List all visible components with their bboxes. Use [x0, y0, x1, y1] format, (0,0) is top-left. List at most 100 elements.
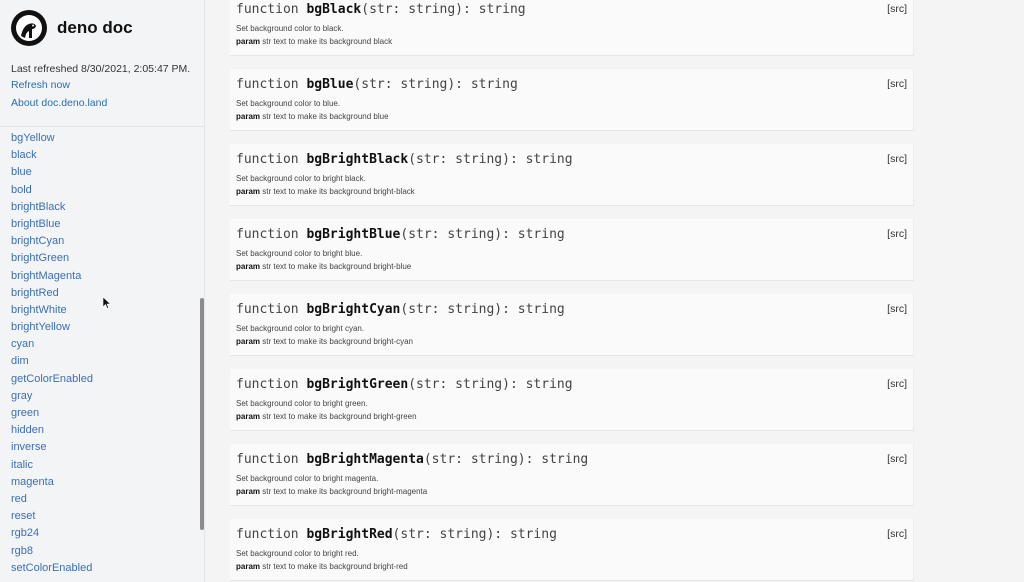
param-text: str text to make its background bright-b…: [262, 262, 412, 271]
sidebar-link[interactable]: dim: [11, 353, 93, 370]
function-signature: function bgBrightRed(str: string): strin…: [236, 527, 557, 542]
function-signature: function bgBrightMagenta(str: string): s…: [236, 452, 588, 467]
function-keyword: function: [236, 527, 299, 542]
sidebar-link[interactable]: hidden: [11, 422, 93, 439]
sidebar-link[interactable]: reset: [11, 508, 93, 525]
src-link[interactable]: [src]: [887, 378, 907, 390]
function-params: (str: string): string: [423, 452, 589, 467]
sidebar-link[interactable]: brightRed: [11, 285, 93, 302]
about-link[interactable]: About doc.deno.land: [11, 97, 107, 109]
param-keyword: param: [236, 487, 261, 496]
function-description: Set background color to bright green.: [236, 399, 368, 408]
function-params: (str: string): string: [400, 227, 565, 242]
sidebar-link[interactable]: magenta: [11, 474, 93, 491]
refresh-now-link[interactable]: Refresh now: [11, 79, 70, 91]
param-line: param str text to make its background br…: [236, 262, 411, 271]
sidebar-link[interactable]: brightCyan: [11, 233, 93, 250]
doc-card-bgBlue: function bgBlue(str: string): string [src…: [230, 69, 914, 131]
function-params: (str: string): string: [361, 2, 526, 17]
param-text: str text to make its background blue: [262, 112, 389, 121]
sidebar-link[interactable]: brightBlack: [11, 199, 93, 216]
param-keyword: param: [236, 112, 261, 121]
function-name[interactable]: bgBrightRed: [306, 527, 392, 542]
function-params: (str: string): string: [408, 152, 573, 167]
doc-content: function bgBlack(str: string): string [sr…: [206, 0, 1024, 582]
sidebar-link[interactable]: green: [11, 405, 93, 422]
sidebar-link[interactable]: setColorEnabled: [11, 560, 93, 577]
function-keyword: function: [236, 77, 299, 92]
param-keyword: param: [236, 337, 261, 346]
param-keyword: param: [236, 187, 261, 196]
param-text: str text to make its background black: [262, 37, 393, 46]
sidebar-link[interactable]: gray: [11, 388, 93, 405]
function-keyword: function: [236, 227, 299, 242]
sidebar-link[interactable]: getColorEnabled: [11, 371, 93, 388]
refresh-timestamp: Last refreshed 8/30/2021, 2:05:47 PM.: [11, 63, 191, 75]
param-line: param str text to make its background br…: [236, 337, 413, 346]
doc-card-bgBrightMagenta: function bgBrightMagenta(str: string): s…: [230, 444, 914, 506]
src-link[interactable]: [src]: [887, 228, 907, 240]
sidebar-link[interactable]: rgb24: [11, 525, 93, 542]
sidebar-link[interactable]: brightGreen: [11, 250, 93, 267]
function-params: (str: string): string: [392, 527, 557, 542]
src-link[interactable]: [src]: [887, 78, 907, 90]
sidebar-link[interactable]: rgb8: [11, 543, 93, 560]
sidebar-link[interactable]: cyan: [11, 336, 93, 353]
sidebar-scrollbar[interactable]: [200, 298, 204, 530]
function-params: (str: string): string: [408, 377, 573, 392]
param-line: param str text to make its background br…: [236, 412, 417, 421]
sidebar-link[interactable]: black: [11, 147, 93, 164]
src-link[interactable]: [src]: [887, 303, 907, 315]
sidebar-link[interactable]: brightYellow: [11, 319, 93, 336]
sidebar: deno doc Last refreshed 8/30/2021, 2:05:…: [0, 0, 205, 582]
param-keyword: param: [236, 412, 261, 421]
function-signature: function bgBrightBlack(str: string): str…: [236, 152, 573, 167]
function-name[interactable]: bgBrightBlue: [306, 227, 400, 242]
sidebar-link[interactable]: bold: [11, 182, 93, 199]
sidebar-link[interactable]: blue: [11, 164, 93, 181]
sidebar-link[interactable]: red: [11, 491, 93, 508]
function-description: Set background color to bright red.: [236, 549, 359, 558]
function-name[interactable]: bgBrightCyan: [306, 302, 400, 317]
function-signature: function bgBlue(str: string): string: [236, 77, 518, 92]
doc-card-bgBlack: function bgBlack(str: string): string [sr…: [230, 0, 914, 56]
src-link[interactable]: [src]: [887, 153, 907, 165]
function-keyword: function: [236, 452, 299, 467]
function-keyword: function: [236, 152, 299, 167]
param-line: param str text to make its background bl…: [236, 112, 389, 121]
brand[interactable]: deno doc: [11, 10, 133, 46]
function-description: Set background color to bright cyan.: [236, 324, 365, 333]
sidebar-divider: [0, 126, 204, 127]
function-signature: function bgBlack(str: string): string: [236, 2, 526, 17]
src-link[interactable]: [src]: [887, 528, 907, 540]
src-link[interactable]: [src]: [887, 453, 907, 465]
param-keyword: param: [236, 37, 261, 46]
sidebar-link[interactable]: italic: [11, 457, 93, 474]
param-line: param str text to make its background br…: [236, 562, 408, 571]
sidebar-link[interactable]: brightWhite: [11, 302, 93, 319]
symbol-nav-list: bgYellow black blue bold brightBlack brightBl…: [11, 130, 93, 577]
function-name[interactable]: bgBrightGreen: [306, 377, 408, 392]
function-name[interactable]: bgBlue: [306, 77, 353, 92]
doc-card-bgBrightRed: function bgBrightRed(str: string): strin…: [230, 519, 914, 581]
function-signature: function bgBrightBlue(str: string): stri…: [236, 227, 565, 242]
src-link[interactable]: [src]: [887, 3, 907, 15]
function-name[interactable]: bgBlack: [306, 2, 361, 17]
doc-card-bgBrightBlack: function bgBrightBlack(str: string): str…: [230, 144, 914, 206]
function-name[interactable]: bgBrightBlack: [306, 152, 408, 167]
param-keyword: param: [236, 262, 261, 271]
doc-card-bgBrightBlue: function bgBrightBlue(str: string): stri…: [230, 219, 914, 281]
sidebar-link[interactable]: inverse: [11, 439, 93, 456]
function-keyword: function: [236, 377, 299, 392]
param-text: str text to make its background bright-g…: [262, 412, 417, 421]
param-line: param str text to make its background bl…: [236, 37, 392, 46]
param-text: str text to make its background bright-r…: [262, 562, 408, 571]
deno-logo-icon: [11, 10, 47, 46]
sidebar-link[interactable]: bgYellow: [11, 130, 93, 147]
sidebar-link[interactable]: brightMagenta: [11, 268, 93, 285]
sidebar-link[interactable]: brightBlue: [11, 216, 93, 233]
function-keyword: function: [236, 302, 299, 317]
param-line: param str text to make its background br…: [236, 187, 415, 196]
function-name[interactable]: bgBrightMagenta: [306, 452, 423, 467]
doc-card-bgBrightCyan: function bgBrightCyan(str: string): stri…: [230, 294, 914, 356]
